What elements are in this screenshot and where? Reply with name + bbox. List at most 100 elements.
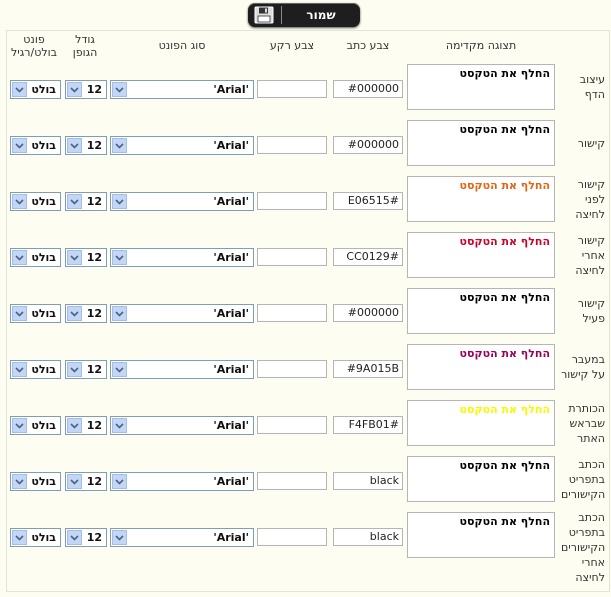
chevron-down-icon[interactable] [112, 474, 127, 489]
font-size-select[interactable]: 12 [65, 136, 107, 155]
chevron-down-icon[interactable] [67, 194, 82, 209]
text-color-input[interactable]: black [333, 472, 403, 490]
font-size-value: 12 [86, 139, 102, 152]
row-label-line: אחרי [581, 556, 605, 569]
text-color-input[interactable]: #000000 [333, 304, 403, 322]
font-type-select[interactable]: 'Arial' [110, 472, 254, 491]
font-type-select[interactable]: 'Arial' [110, 360, 254, 379]
chevron-down-icon[interactable] [67, 138, 82, 153]
chevron-down-icon[interactable] [112, 306, 127, 321]
chevron-down-icon[interactable] [112, 530, 127, 545]
chevron-down-icon[interactable] [112, 418, 127, 433]
chevron-down-icon[interactable] [112, 194, 127, 209]
bg-color-input[interactable] [257, 192, 327, 210]
bg-color-input[interactable] [257, 360, 327, 378]
font-weight-value: בולט [31, 419, 56, 432]
font-weight-select[interactable]: בולט [10, 416, 61, 435]
text-color-value: F4FB01# [348, 418, 399, 431]
bg-color-input[interactable] [257, 304, 327, 322]
preview-box: החלף את הטקסט [407, 456, 555, 502]
preview-text: החלף את הטקסט [459, 67, 550, 80]
chevron-down-icon[interactable] [12, 250, 27, 265]
font-weight-select[interactable]: בולט [10, 472, 61, 491]
font-size-select[interactable]: 12 [65, 416, 107, 435]
font-size-select[interactable]: 12 [65, 360, 107, 379]
text-color-input[interactable]: #000000 [333, 80, 403, 98]
font-type-select[interactable]: 'Arial' [110, 248, 254, 267]
row-label-line: לחיצה [575, 571, 605, 584]
text-color-value: #000000 [347, 306, 399, 319]
chevron-down-icon[interactable] [112, 138, 127, 153]
save-button[interactable]: שמור [248, 3, 360, 27]
font-weight-select[interactable]: בולט [10, 528, 61, 547]
row-label-line: קישור [577, 137, 605, 150]
text-color-input[interactable]: F4FB01# [333, 416, 403, 434]
font-weight-select[interactable]: בולט [10, 136, 61, 155]
text-color-input[interactable]: black [333, 528, 403, 546]
row-label-line: עיצוב [579, 73, 605, 86]
font-weight-select[interactable]: בולט [10, 80, 61, 99]
text-color-value: black [369, 474, 399, 487]
chevron-down-icon[interactable] [12, 362, 27, 377]
chevron-down-icon[interactable] [67, 306, 82, 321]
row-label-line: קישור [577, 297, 605, 310]
bg-color-input[interactable] [257, 528, 327, 546]
chevron-down-icon[interactable] [67, 530, 82, 545]
font-weight-select[interactable]: בולט [10, 360, 61, 379]
font-type-select[interactable]: 'Arial' [110, 192, 254, 211]
chevron-down-icon[interactable] [12, 474, 27, 489]
settings-row: הכתב בתפריט הקישורים אחרי לחיצה החלף את הטקס… [0, 510, 611, 584]
font-type-value: 'Arial' [213, 363, 249, 376]
text-color-value: #000000 [347, 138, 399, 151]
font-size-value: 12 [86, 195, 102, 208]
font-type-select[interactable]: 'Arial' [110, 416, 254, 435]
chevron-down-icon[interactable] [67, 250, 82, 265]
font-weight-value: בולט [31, 475, 56, 488]
text-color-value: black [369, 530, 399, 543]
row-label: קישור פעיל [561, 296, 605, 326]
chevron-down-icon[interactable] [112, 362, 127, 377]
row-label: הכתב בתפריט הקישורים אחרי לחיצה [561, 510, 605, 585]
font-type-select[interactable]: 'Arial' [110, 304, 254, 323]
text-color-input[interactable]: #000000 [333, 136, 403, 154]
font-size-select[interactable]: 12 [65, 528, 107, 547]
font-size-select[interactable]: 12 [65, 80, 107, 99]
font-size-select[interactable]: 12 [65, 304, 107, 323]
text-color-input[interactable]: E06515# [333, 192, 403, 210]
bg-color-input[interactable] [257, 248, 327, 266]
chevron-down-icon[interactable] [112, 82, 127, 97]
preview-box: החלף את הטקסט [407, 176, 555, 222]
chevron-down-icon[interactable] [112, 250, 127, 265]
bg-color-input[interactable] [257, 472, 327, 490]
font-size-select[interactable]: 12 [65, 472, 107, 491]
font-type-select[interactable]: 'Arial' [110, 136, 254, 155]
font-size-select[interactable]: 12 [65, 192, 107, 211]
font-type-select[interactable]: 'Arial' [110, 528, 254, 547]
bg-color-input[interactable] [257, 136, 327, 154]
preview-box: החלף את הטקסט [407, 232, 555, 278]
row-label: קישור [561, 136, 605, 151]
bg-color-input[interactable] [257, 416, 327, 434]
row-label-line: הכותרת [568, 402, 605, 415]
row-label-line: אחרי [581, 249, 605, 262]
chevron-down-icon[interactable] [67, 418, 82, 433]
font-size-select[interactable]: 12 [65, 248, 107, 267]
font-weight-select[interactable]: בולט [10, 192, 61, 211]
chevron-down-icon[interactable] [12, 138, 27, 153]
chevron-down-icon[interactable] [67, 362, 82, 377]
row-label-line: הדף [584, 88, 605, 101]
chevron-down-icon[interactable] [12, 82, 27, 97]
text-color-input[interactable]: #9A015B [333, 360, 403, 378]
chevron-down-icon[interactable] [67, 82, 82, 97]
chevron-down-icon[interactable] [67, 474, 82, 489]
chevron-down-icon[interactable] [12, 306, 27, 321]
font-weight-select[interactable]: בולט [10, 248, 61, 267]
chevron-down-icon[interactable] [12, 194, 27, 209]
settings-row: קישור החלף את הטקסט #000000 'Arial' 12 ב… [0, 118, 611, 174]
text-color-input[interactable]: CC0129# [333, 248, 403, 266]
font-type-select[interactable]: 'Arial' [110, 80, 254, 99]
bg-color-input[interactable] [257, 80, 327, 98]
font-weight-select[interactable]: בולט [10, 304, 61, 323]
chevron-down-icon[interactable] [12, 530, 27, 545]
chevron-down-icon[interactable] [12, 418, 27, 433]
